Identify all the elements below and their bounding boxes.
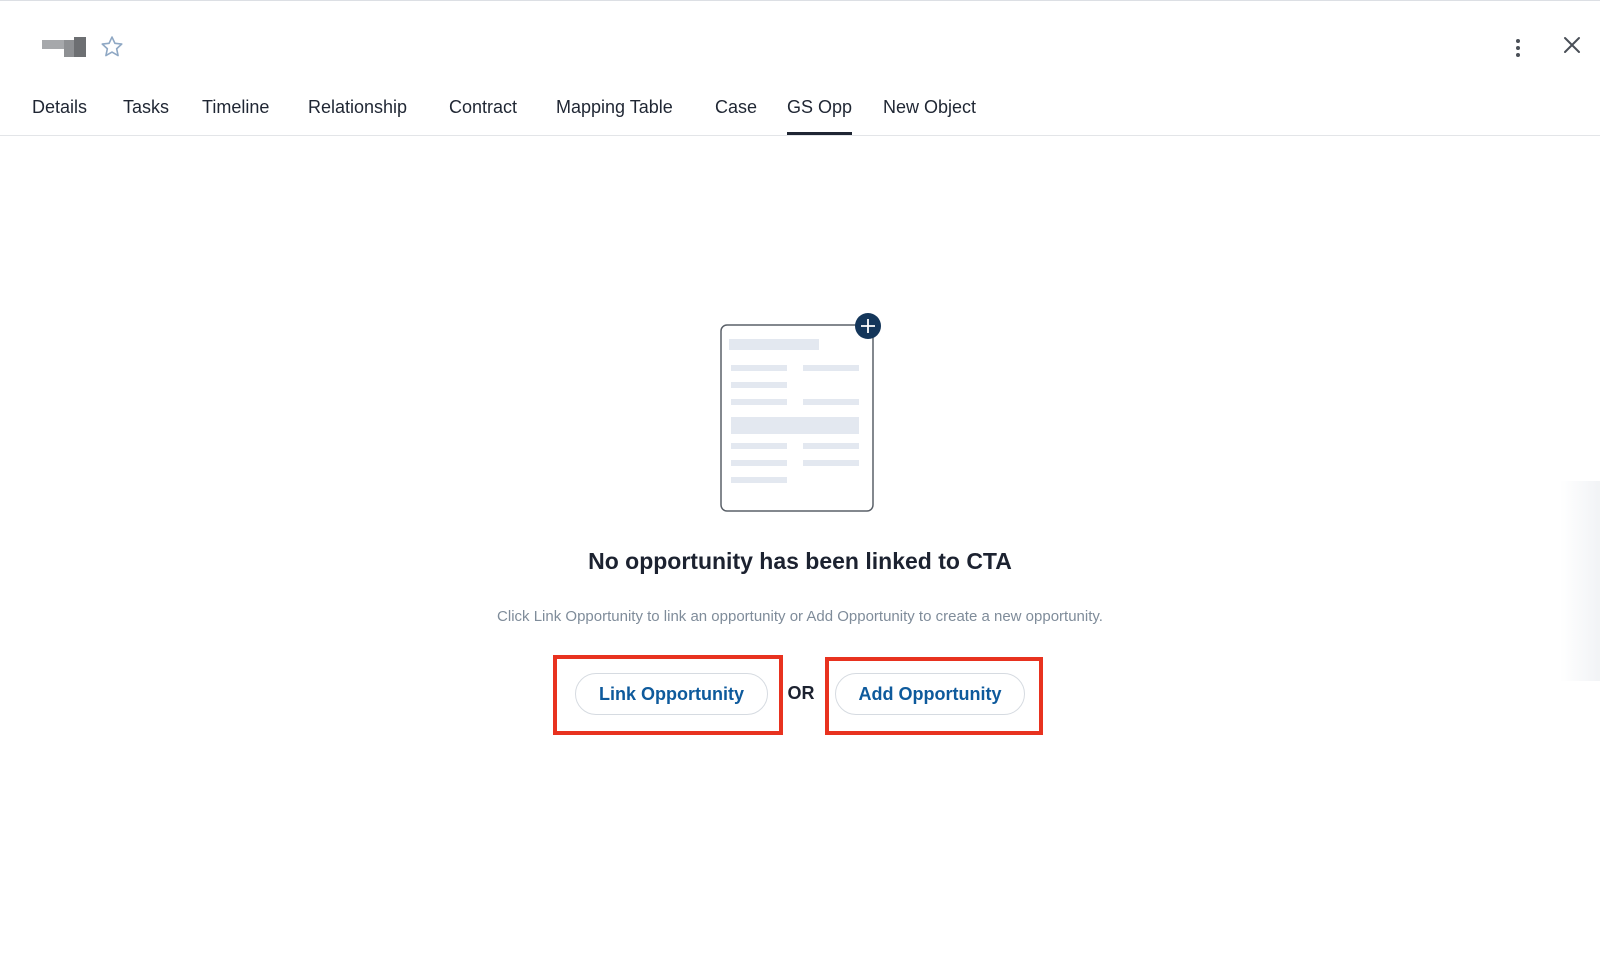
tab-new-object[interactable]: New Object	[883, 97, 976, 135]
tab-details[interactable]: Details	[32, 97, 87, 135]
tab-timeline[interactable]: Timeline	[202, 97, 269, 135]
tab-contract[interactable]: Contract	[449, 97, 517, 135]
add-opportunity-button[interactable]: Add Opportunity	[835, 673, 1025, 715]
tab-gs-opp[interactable]: GS Opp	[787, 97, 853, 135]
header	[0, 1, 1600, 81]
tab-bar: Details Tasks Timeline Relationship Cont…	[0, 81, 1600, 136]
edge-shadow	[1560, 481, 1600, 681]
kebab-menu-icon[interactable]	[1508, 36, 1528, 60]
empty-state-title: No opportunity has been linked to CTA	[588, 548, 1012, 574]
tab-mapping-table[interactable]: Mapping Table	[556, 97, 673, 135]
close-icon[interactable]	[1560, 33, 1584, 57]
tab-case[interactable]: Case	[715, 97, 757, 135]
empty-state-description: Click Link Opportunity to link an opport…	[497, 608, 1103, 625]
link-opportunity-button[interactable]: Link Opportunity	[575, 673, 768, 715]
logo	[42, 37, 86, 59]
tab-tasks[interactable]: Tasks	[123, 97, 169, 135]
page: Details Tasks Timeline Relationship Cont…	[0, 0, 1600, 970]
or-separator: OR	[787, 683, 815, 703]
tab-relationship[interactable]: Relationship	[308, 97, 407, 135]
document-add-icon	[719, 311, 887, 515]
star-icon[interactable]	[99, 34, 125, 60]
